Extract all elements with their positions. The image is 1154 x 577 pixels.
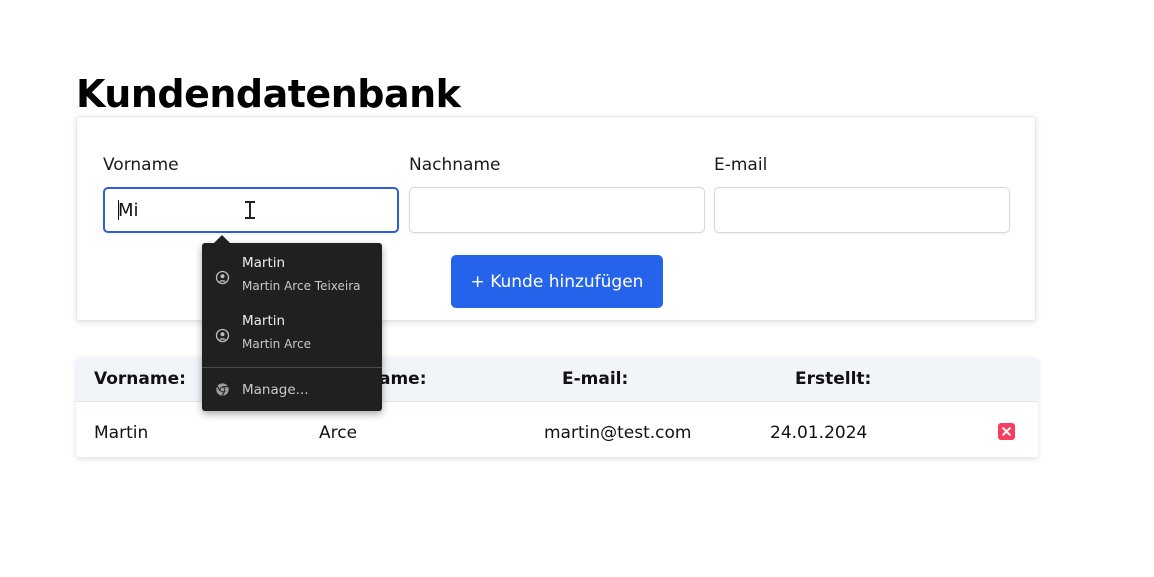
suggestion-full-name: Martin Arce bbox=[242, 337, 311, 351]
manage-label: Manage... bbox=[242, 382, 309, 398]
suggestion-full-name: Martin Arce Teixeira bbox=[242, 279, 361, 293]
autocomplete-manage[interactable]: Manage... bbox=[202, 374, 382, 406]
column-header-first-name: Vorname: bbox=[94, 369, 186, 389]
autocomplete-dropdown: Martin Martin Arce Teixeira Martin Marti… bbox=[202, 235, 382, 411]
user-circle-icon bbox=[215, 328, 230, 343]
delete-x-icon bbox=[1002, 427, 1011, 436]
cell-last-name: Arce bbox=[319, 423, 358, 443]
page-title: Kundendatenbank bbox=[76, 72, 461, 116]
autocomplete-suggestion[interactable]: Martin Martin Arce bbox=[202, 311, 382, 359]
user-circle-icon bbox=[215, 270, 230, 285]
autocomplete-suggestion[interactable]: Martin Martin Arce Teixeira bbox=[202, 253, 382, 301]
column-header-created: Erstellt: bbox=[795, 369, 872, 389]
first-name-label: Vorname bbox=[103, 155, 179, 175]
text-caret bbox=[118, 200, 119, 220]
add-customer-button[interactable]: + Kunde hinzufügen bbox=[451, 255, 663, 308]
last-name-label: Nachname bbox=[409, 155, 501, 175]
ibeam-cursor-icon bbox=[245, 201, 255, 219]
chrome-icon bbox=[216, 383, 229, 397]
email-label: E-mail bbox=[714, 155, 768, 175]
cell-email: martin@test.com bbox=[544, 423, 692, 443]
last-name-input[interactable] bbox=[409, 187, 705, 233]
column-header-email: E-mail: bbox=[562, 369, 629, 389]
cell-created: 24.01.2024 bbox=[770, 423, 868, 443]
suggestion-first-name: Martin bbox=[242, 255, 286, 271]
delete-row-button[interactable] bbox=[998, 423, 1015, 440]
email-input[interactable] bbox=[714, 187, 1010, 233]
dropdown-divider bbox=[202, 367, 382, 368]
suggestion-first-name: Martin bbox=[242, 313, 286, 329]
cell-first-name: Martin bbox=[94, 423, 149, 443]
